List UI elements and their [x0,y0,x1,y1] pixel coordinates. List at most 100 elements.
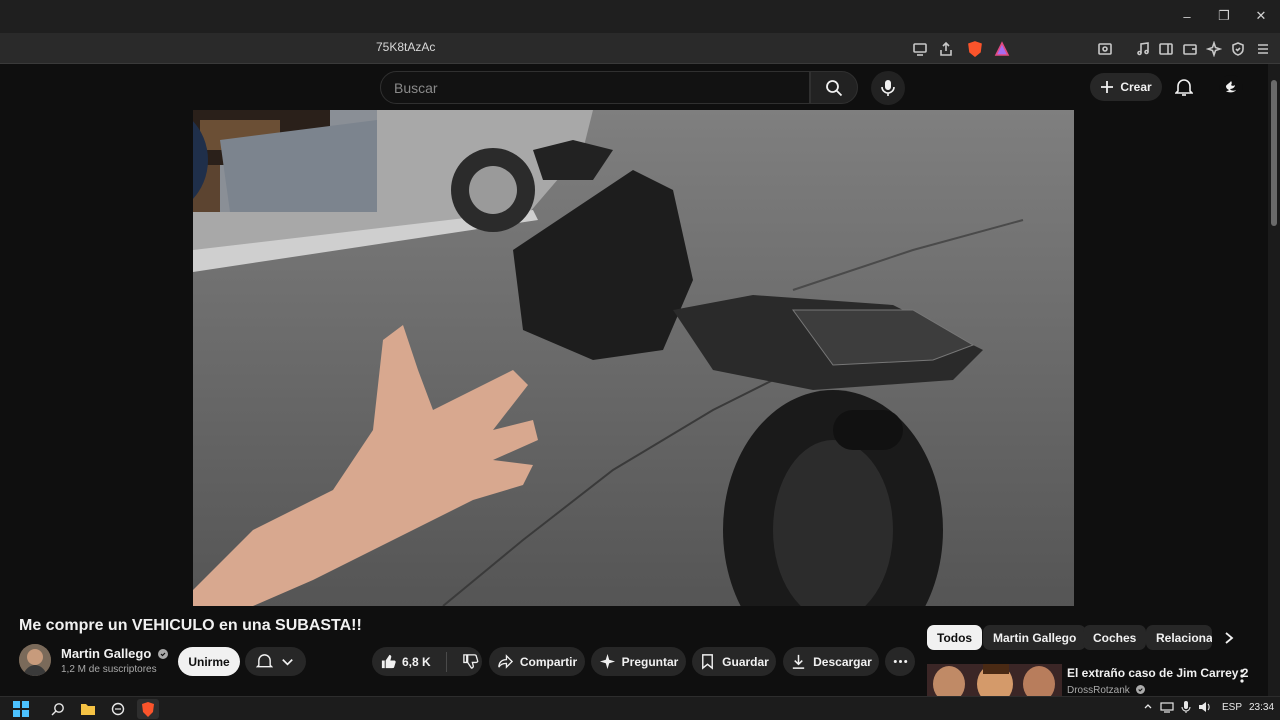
search-input[interactable]: Buscar [380,71,810,104]
scrollbar-thumb[interactable] [1271,80,1277,226]
save-button[interactable]: Guardar [692,647,776,676]
channel-avatar[interactable] [19,644,51,676]
thumbs-up-icon [381,654,396,669]
more-horizontal-icon [893,659,907,664]
verified-badge-icon [157,649,168,659]
channel-avatar-image [19,644,51,676]
divider [445,651,447,672]
leo-ai-icon[interactable] [1205,40,1223,58]
ask-label: Preguntar [621,654,679,669]
screen: – ❐ ✕ 75K8tAzAc Buscar Crear Me compre u… [0,0,1280,720]
microphone-tray-icon[interactable] [1181,701,1191,717]
bell-icon [255,654,273,668]
like-button[interactable]: 6,8 K [380,653,431,670]
create-label: Crear [1120,80,1152,94]
share-arrow-icon [498,654,513,669]
input-language[interactable]: ESP [1222,702,1242,713]
bookmark-icon [702,654,714,670]
like-dislike-group: 6,8 K [372,647,482,676]
search-placeholder: Buscar [394,80,438,96]
plus-icon [1101,81,1114,93]
related-more-button[interactable] [1234,667,1250,685]
related-channel-name[interactable]: DrossRotzank [1067,685,1130,696]
windows-taskbar: ESP 23:34 [0,696,1280,720]
notifications-button[interactable] [1172,75,1196,99]
brave-taskbar-button[interactable] [137,699,159,719]
ask-button[interactable]: Preguntar [591,647,686,676]
chevron-down-icon [281,659,293,666]
search-icon [51,703,64,716]
related-video-channel[interactable]: DrossRotzank [1067,685,1145,696]
page-scrollbar[interactable] [1268,64,1280,720]
webcam-overlay [193,110,377,212]
folder-icon [81,704,95,715]
screen-cast-icon[interactable] [911,40,929,58]
brave-rewards-icon[interactable] [993,40,1011,58]
more-actions-button[interactable] [885,647,915,676]
file-explorer-button[interactable] [77,699,99,719]
brave-shields-icon[interactable] [966,40,984,58]
chip-all[interactable]: Todos [927,625,983,650]
related-video-thumbnail[interactable] [927,664,1062,698]
restore-button[interactable]: ❐ [1212,6,1236,26]
download-icon [792,654,805,669]
more-vertical-icon [1240,669,1244,683]
download-button[interactable]: Descargar [783,647,879,676]
wallet-icon[interactable] [1181,40,1199,58]
address-bar: 75K8tAzAc [0,33,1280,64]
minimize-button[interactable]: – [1175,6,1199,26]
join-label: Unirme [188,654,230,669]
youtube-header: Buscar Crear [0,64,1268,110]
related-thumbnail-image [927,664,1062,698]
chip-channel[interactable]: Martin Gallego [983,625,1087,650]
tray-overflow-icon[interactable] [1143,701,1153,714]
microphone-icon [881,80,895,96]
tab-search-icon[interactable] [1096,40,1114,58]
share-label: Compartir [519,654,578,669]
join-button[interactable]: Unirme [178,647,240,676]
taskbar-app-button[interactable] [107,699,129,719]
subscribed-notifications-button[interactable] [245,647,306,676]
chip-related[interactable]: Relacionado [1146,625,1212,650]
account-avatar[interactable] [1219,75,1243,99]
video-player[interactable] [193,110,1074,606]
voice-search-button[interactable] [871,71,905,105]
search-button[interactable] [810,71,858,104]
channel-name-text[interactable]: Martin Gallego [61,646,151,661]
channel-name[interactable]: Martin Gallego [61,646,168,661]
save-label: Guardar [722,654,769,669]
brave-logo-icon [142,701,154,717]
taskbar-search-button[interactable] [47,699,69,719]
video-title: Me compre un VEHICULO en una SUBASTA!! [19,617,362,634]
verified-badge-icon [1135,685,1145,694]
app-circle-icon [111,702,125,716]
user-avatar-icon [1226,81,1236,93]
download-label: Descargar [813,654,872,669]
search-icon [826,79,843,96]
browser-titlebar: – ❐ ✕ [0,0,1280,33]
url-text[interactable]: 75K8tAzAc [376,40,435,54]
chip-cars[interactable]: Coches [1083,625,1147,650]
network-icon[interactable] [1160,701,1174,716]
share-icon[interactable] [937,40,955,58]
chevron-right-icon [1225,632,1234,644]
create-button[interactable]: Crear [1090,73,1162,101]
vpn-icon[interactable] [1229,40,1247,58]
chips-next-button[interactable] [1219,628,1239,648]
menu-icon[interactable] [1254,40,1272,58]
volume-icon[interactable] [1198,701,1212,716]
sparkle-icon [599,653,615,670]
sidebar-icon[interactable] [1157,40,1175,58]
close-button[interactable]: ✕ [1249,6,1273,26]
bell-icon [1175,79,1193,96]
related-video-title[interactable]: El extraño caso de Jim Carrey 2 [1067,666,1248,680]
windows-logo-icon [13,701,29,717]
media-icon[interactable] [1134,40,1152,58]
share-button[interactable]: Compartir [489,647,585,676]
like-count: 6,8 K [402,654,431,669]
subscriber-count: 1,2 M de suscriptores [61,664,157,675]
clock[interactable]: 23:34 [1249,702,1274,713]
dislike-button[interactable] [462,653,479,670]
webcam-frame [193,110,377,212]
windows-start-button[interactable] [10,699,32,719]
